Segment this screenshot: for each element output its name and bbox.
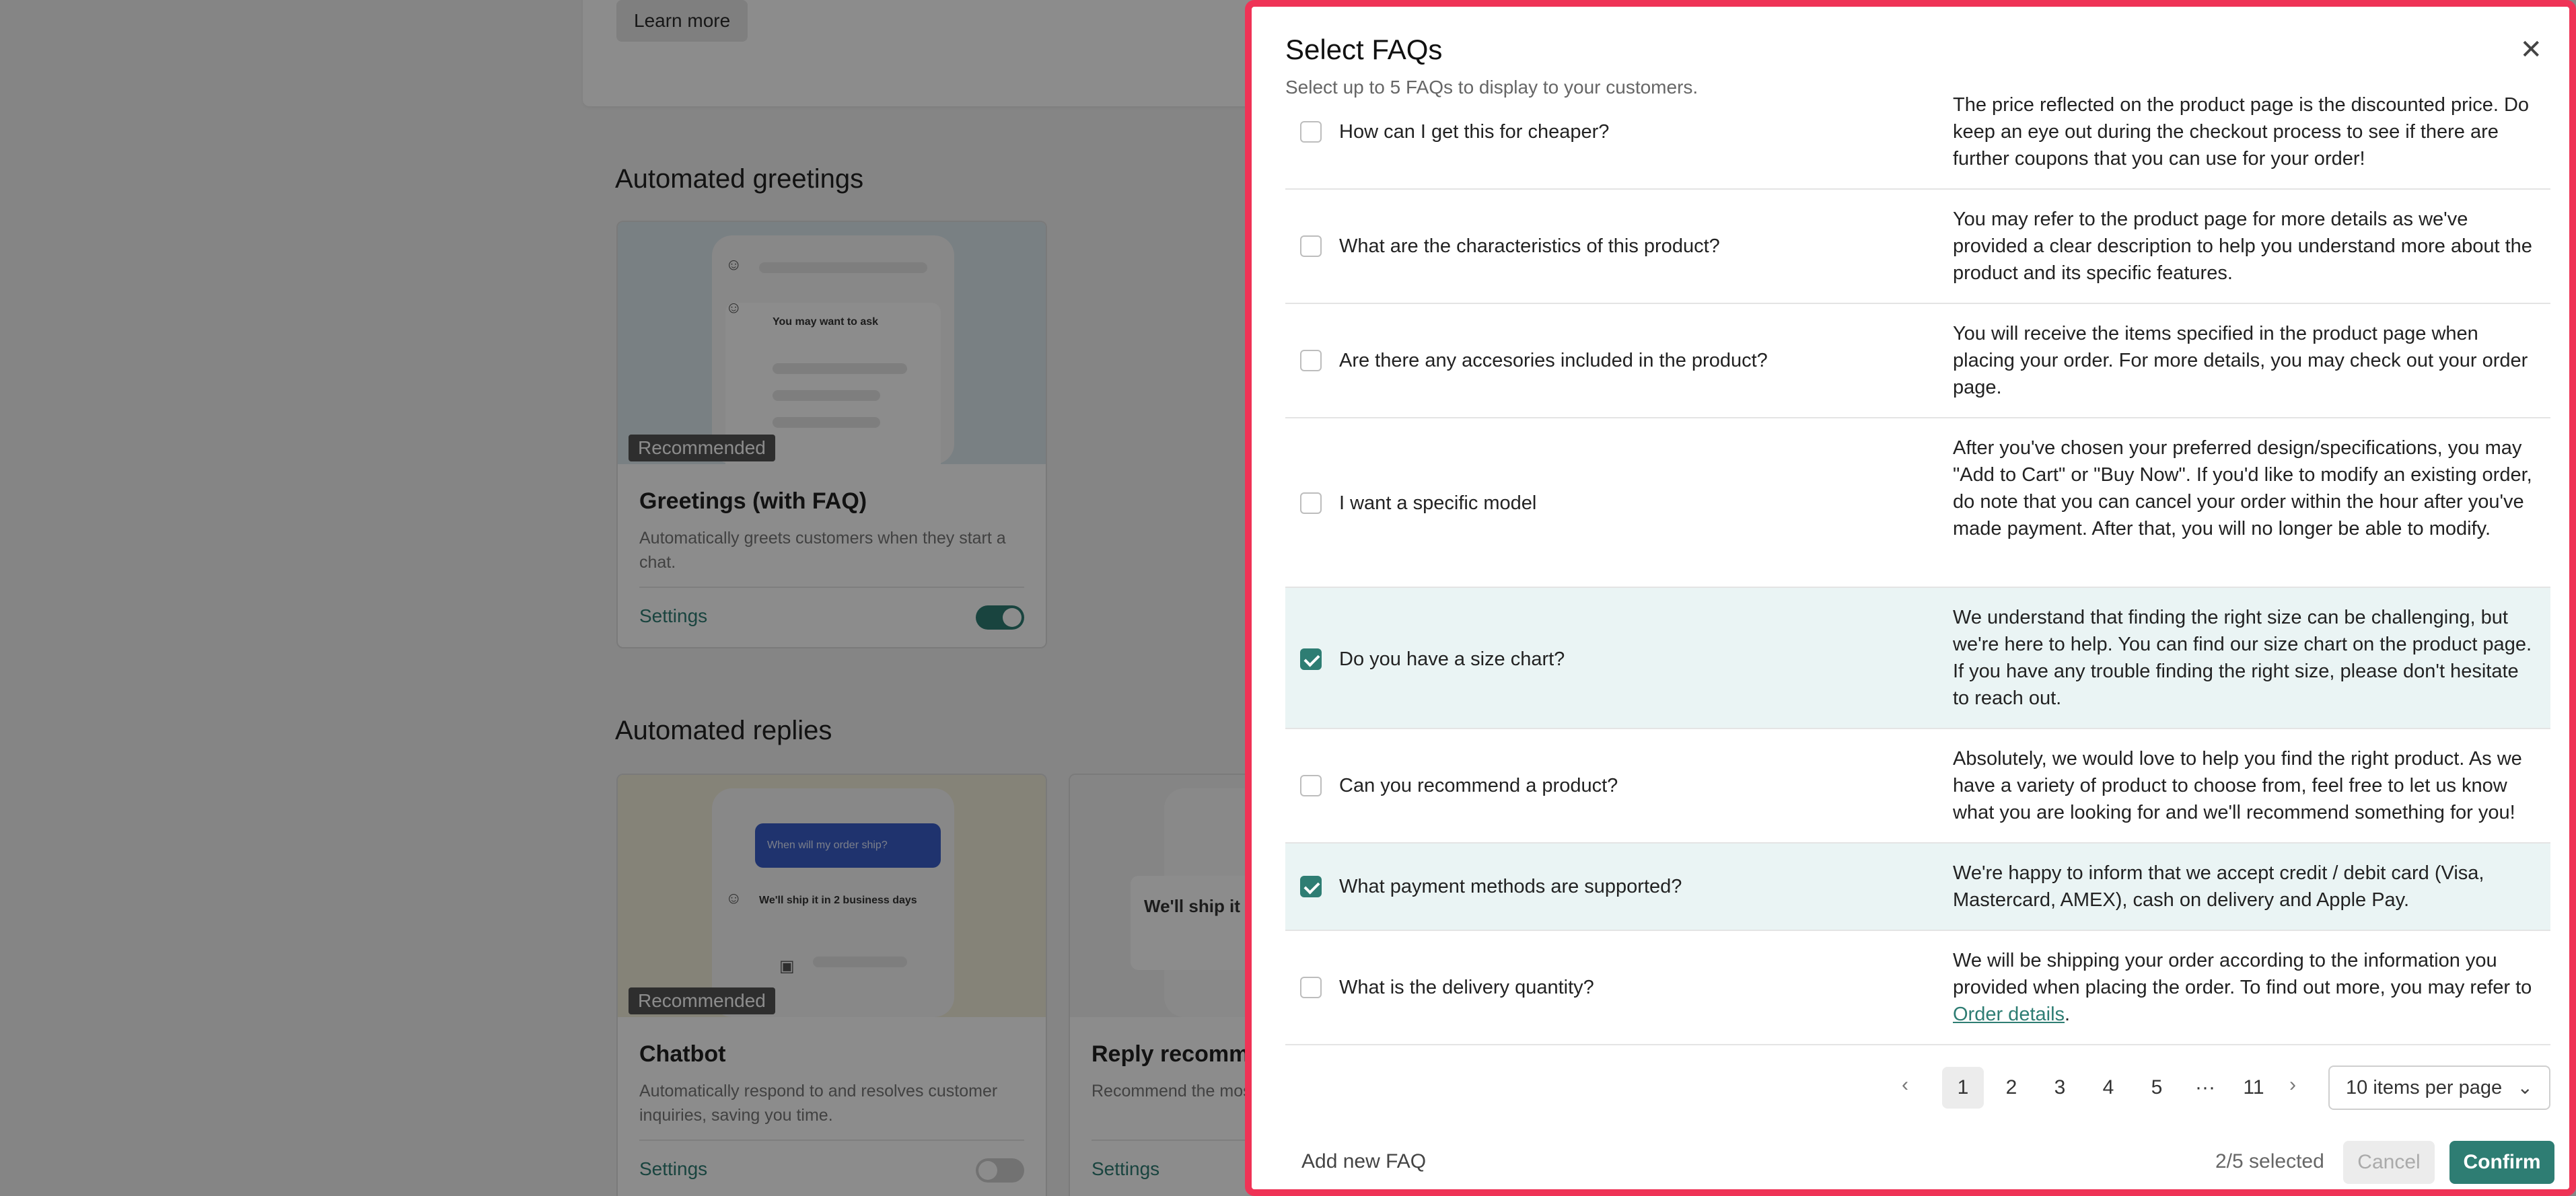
page-5[interactable]: 5 xyxy=(2136,1067,2178,1109)
page-4[interactable]: 4 xyxy=(2087,1067,2129,1109)
page-2[interactable]: 2 xyxy=(1991,1067,2032,1109)
faq-checkbox[interactable] xyxy=(1300,648,1322,670)
faq-answer: The price reflected on the product page … xyxy=(1953,94,2530,170)
order-details-link[interactable]: Order details xyxy=(1953,1004,2065,1025)
page-11[interactable]: 11 xyxy=(2233,1067,2275,1109)
faq-question: Can you recommend a product? xyxy=(1339,775,1618,796)
faq-row[interactable]: What payment methods are supported? We'r… xyxy=(1285,844,2550,931)
add-new-faq-button[interactable]: Add new FAQ xyxy=(1301,1150,1426,1173)
faq-question: Are there any accesories included in the… xyxy=(1339,350,1768,371)
next-page-icon[interactable]: › xyxy=(2289,1074,2296,1096)
faq-row[interactable]: What are the characteristics of this pro… xyxy=(1285,190,2550,304)
faq-row[interactable]: Are there any accesories included in the… xyxy=(1285,304,2550,418)
faq-question: What payment methods are supported? xyxy=(1339,876,1682,897)
faq-answer: We're happy to inform that we accept cre… xyxy=(1953,862,2484,911)
confirm-button[interactable]: Confirm xyxy=(2449,1141,2554,1184)
faq-checkbox[interactable] xyxy=(1300,350,1322,371)
faq-answer: We will be shipping your order according… xyxy=(1953,947,2538,1028)
faq-row[interactable]: Do you have a size chart? We understand … xyxy=(1285,588,2550,729)
chevron-down-icon: ⌄ xyxy=(2517,1077,2533,1098)
faq-answer-end: . xyxy=(2065,1004,2071,1025)
faq-row[interactable]: How can I get this for cheaper? The pric… xyxy=(1285,94,2550,190)
faq-checkbox[interactable] xyxy=(1300,492,1322,514)
faq-answer: Absolutely, we would love to help you fi… xyxy=(1953,748,2522,823)
select-faqs-drawer: Select FAQs Select up to 5 FAQs to displ… xyxy=(1245,0,2576,1196)
cancel-button[interactable]: Cancel xyxy=(2343,1141,2435,1184)
faq-checkbox[interactable] xyxy=(1300,235,1322,257)
faq-answer: You may refer to the product page for mo… xyxy=(1953,209,2532,284)
prev-page-icon[interactable]: ‹ xyxy=(1902,1074,1908,1096)
faq-row[interactable]: Can you recommend a product? Absolutely,… xyxy=(1285,729,2550,844)
close-icon[interactable]: ✕ xyxy=(2519,36,2542,63)
faq-question: What are the characteristics of this pro… xyxy=(1339,235,1720,257)
faq-question: What is the delivery quantity? xyxy=(1339,977,1594,998)
page-3[interactable]: 3 xyxy=(2039,1067,2081,1109)
faq-answer: You will receive the items specified in … xyxy=(1953,323,2528,398)
faq-checkbox[interactable] xyxy=(1300,121,1322,143)
faq-row[interactable]: I want a specific model After you've cho… xyxy=(1285,418,2550,588)
selected-count: 2/5 selected xyxy=(2215,1150,2324,1172)
faq-checkbox[interactable] xyxy=(1300,876,1322,897)
items-per-page-select[interactable]: 10 items per page ⌄ xyxy=(2328,1066,2550,1110)
faq-row[interactable]: What is the delivery quantity? We will b… xyxy=(1285,931,2550,1045)
faq-question: How can I get this for cheaper? xyxy=(1339,121,1610,143)
page-1[interactable]: 1 xyxy=(1942,1067,1984,1109)
faq-question: Do you have a size chart? xyxy=(1339,648,1565,670)
faq-answer-text: We will be shipping your order according… xyxy=(1953,950,2532,998)
items-per-page-value: 10 items per page xyxy=(2346,1076,2503,1098)
drawer-subtitle: Select up to 5 FAQs to display to your c… xyxy=(1285,77,1698,98)
faq-question: I want a specific model xyxy=(1339,492,1537,514)
faq-checkbox[interactable] xyxy=(1300,775,1322,796)
faq-answer: After you've chosen your preferred desig… xyxy=(1953,437,2532,539)
faq-checkbox[interactable] xyxy=(1300,977,1322,998)
faq-answer: We understand that finding the right siz… xyxy=(1953,607,2532,709)
drawer-title: Select FAQs xyxy=(1285,34,1443,65)
page-ellipsis[interactable]: ··· xyxy=(2184,1067,2226,1109)
